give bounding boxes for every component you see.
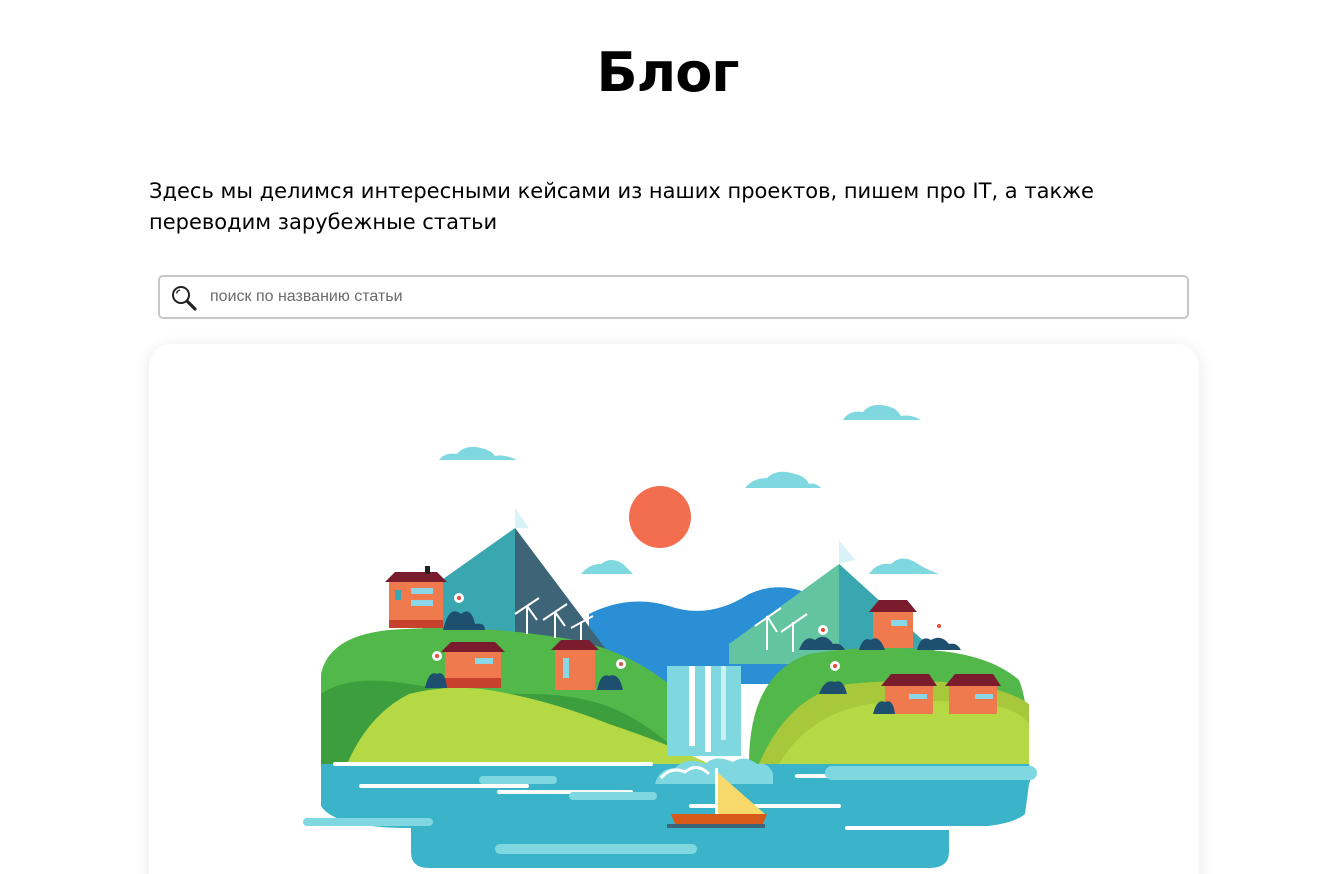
search-input[interactable] (210, 277, 1170, 317)
search-box[interactable] (158, 275, 1189, 319)
blog-page: Блог Здесь мы делимся интересными кейсам… (0, 0, 1335, 874)
intro-text: Здесь мы делимся интересными кейсами из … (149, 179, 1094, 234)
landscape-illustration (303, 404, 1037, 868)
search-icon (172, 286, 197, 311)
sun-shape (629, 486, 691, 548)
page-title: Блог (596, 41, 739, 104)
article-card[interactable] (149, 344, 1199, 874)
